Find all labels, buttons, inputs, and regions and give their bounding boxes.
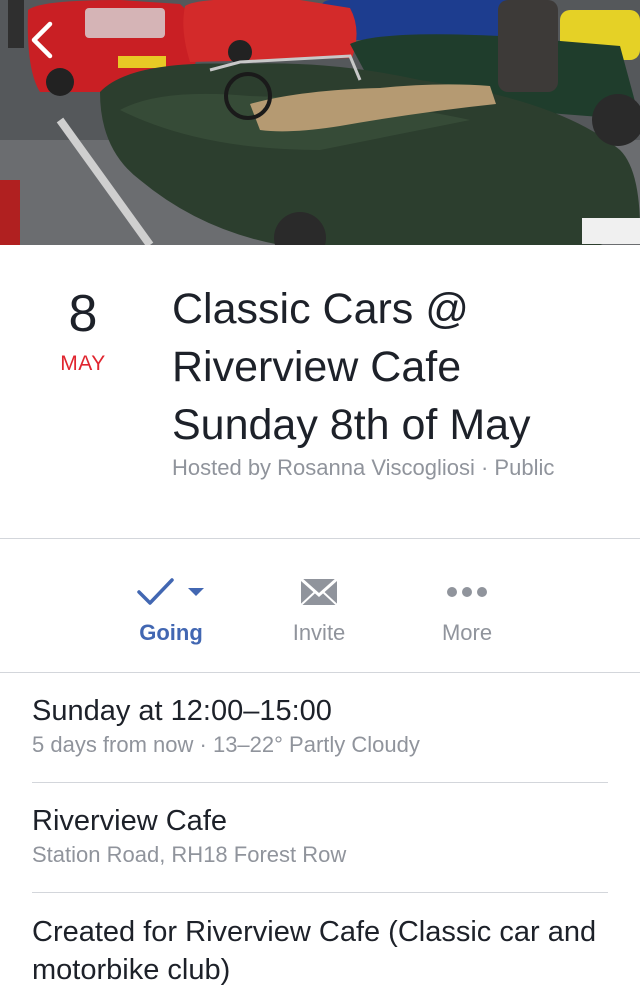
event-host[interactable]: Hosted by Rosanna Viscogliosi · Public: [172, 454, 612, 482]
event-time-sub: 5 days from now · 13–22° Partly Cloudy: [32, 732, 420, 757]
going-label: Going: [139, 620, 203, 645]
chevron-left-icon: [31, 21, 53, 59]
event-date-day: 8: [68, 285, 98, 343]
more-dots-icon: [447, 587, 487, 597]
event-location-row[interactable]: Riverview Cafe Station Road, RH18 Forest…: [32, 803, 608, 869]
envelope-icon: [300, 577, 338, 606]
event-date-month: MAY: [60, 352, 106, 375]
divider: [0, 538, 640, 539]
cover-photo: [0, 0, 640, 245]
divider: [0, 672, 640, 673]
location-name: Riverview Cafe: [32, 805, 227, 837]
location-address: Station Road, RH18 Forest Row: [32, 842, 347, 867]
event-time: Sunday at 12:00–15:00: [32, 695, 332, 727]
event-time-row[interactable]: Sunday at 12:00–15:00 5 days from now · …: [32, 693, 608, 759]
invite-button[interactable]: Invite: [254, 572, 384, 652]
created-for-row[interactable]: Created for Riverview Cafe (Classic car …: [32, 913, 608, 989]
checkmark-icon: [137, 578, 174, 605]
created-for-text: Created for Riverview Cafe (Classic car …: [32, 916, 597, 986]
caret-down-icon: [188, 588, 204, 596]
divider: [32, 892, 608, 893]
more-label: More: [441, 620, 493, 645]
going-button[interactable]: Going: [106, 572, 236, 652]
event-title: Classic Cars @ Riverview Cafe Sunday 8th…: [172, 285, 531, 449]
classic-cars-illustration: [0, 0, 640, 245]
divider: [32, 782, 608, 783]
back-button[interactable]: [22, 18, 62, 62]
more-button[interactable]: More: [402, 572, 532, 652]
invite-label: Invite: [292, 620, 346, 645]
